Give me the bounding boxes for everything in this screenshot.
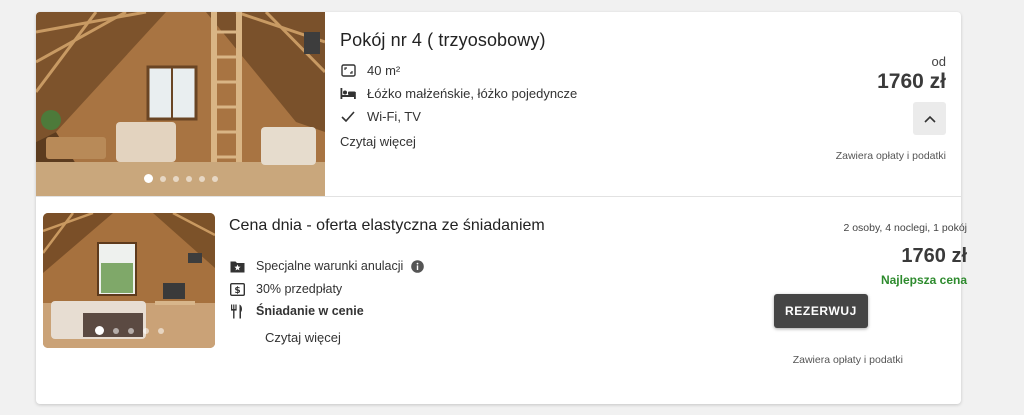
- offer-feature-breakfast: Śniadanie w cenie: [229, 303, 364, 319]
- carousel-dot[interactable]: [127, 327, 134, 334]
- section-divider: [36, 196, 961, 197]
- offer-feature-cancellation: Specjalne warunki anulacji: [229, 258, 425, 274]
- room-feature-text: Łóżko małżeńskie, łóżko pojedyncze: [367, 85, 578, 101]
- room-price-from-label: od: [931, 54, 946, 69]
- offer-title: Cena dnia - oferta elastyczna ze śniadan…: [229, 217, 545, 234]
- svg-text:$: $: [234, 285, 240, 295]
- carousel-dot[interactable]: [198, 175, 205, 182]
- room-header: Pokój nr 4 ( trzyosobowy) 40 m² Łóżko ma…: [36, 12, 961, 196]
- room-read-more-link[interactable]: Czytaj więcej: [340, 134, 416, 149]
- cutlery-icon: [229, 303, 245, 319]
- chevron-up-icon: [923, 110, 936, 128]
- star-folder-icon: [229, 258, 245, 274]
- offer-guests-summary: 2 osoby, 4 noclegi, 1 pokój: [843, 222, 967, 234]
- room-price: 1760 zł: [877, 70, 946, 93]
- room-photo-image: [36, 12, 325, 196]
- carousel-dot[interactable]: [143, 174, 153, 183]
- carousel-dot[interactable]: [157, 327, 164, 334]
- carousel-dot[interactable]: [211, 175, 218, 182]
- offer-photo-carousel[interactable]: [43, 213, 215, 348]
- bed-icon: [340, 85, 356, 101]
- offer-feature-text: Śniadanie w cenie: [256, 304, 364, 318]
- area-icon: [340, 62, 356, 78]
- room-feature-amenities: Wi-Fi, TV: [340, 108, 421, 124]
- offer-feature-text: 30% przedpłaty: [256, 282, 343, 296]
- reserve-button[interactable]: REZERWUJ: [774, 294, 868, 328]
- offer-fees-note: Zawiera opłaty i podatki: [792, 354, 903, 366]
- room-feature-beds: Łóżko małżeńskie, łóżko pojedyncze: [340, 85, 577, 101]
- check-icon: [340, 108, 356, 124]
- room-feature-text: Wi-Fi, TV: [367, 108, 421, 124]
- offer-read-more-link[interactable]: Czytaj więcej: [265, 330, 341, 345]
- room-feature-text: 40 m²: [367, 62, 401, 78]
- room-fees-note: Zawiera opłaty i podatki: [835, 150, 946, 162]
- offer-feature-prepayment: $ 30% przedpłaty: [229, 281, 342, 297]
- room-photo-carousel[interactable]: [36, 12, 325, 196]
- best-price-badge: Najlepsza cena: [880, 273, 967, 287]
- dollar-icon: $: [229, 281, 245, 297]
- carousel-dot[interactable]: [159, 175, 166, 182]
- carousel-dot[interactable]: [185, 175, 192, 182]
- room-feature-area: 40 m²: [340, 62, 400, 78]
- offer-photo-dots: [43, 326, 215, 335]
- offer-price: 1760 zł: [901, 245, 967, 267]
- room-title: Pokój nr 4 ( trzyosobowy): [340, 30, 546, 50]
- info-icon[interactable]: [411, 259, 425, 273]
- room-photo-dots: [36, 174, 325, 183]
- collapse-room-button[interactable]: [913, 102, 946, 135]
- carousel-dot[interactable]: [172, 175, 179, 182]
- carousel-dot[interactable]: [142, 327, 149, 334]
- carousel-dot[interactable]: [94, 326, 104, 335]
- carousel-dot[interactable]: [112, 327, 119, 334]
- offer-feature-text: Specjalne warunki anulacji: [256, 259, 404, 273]
